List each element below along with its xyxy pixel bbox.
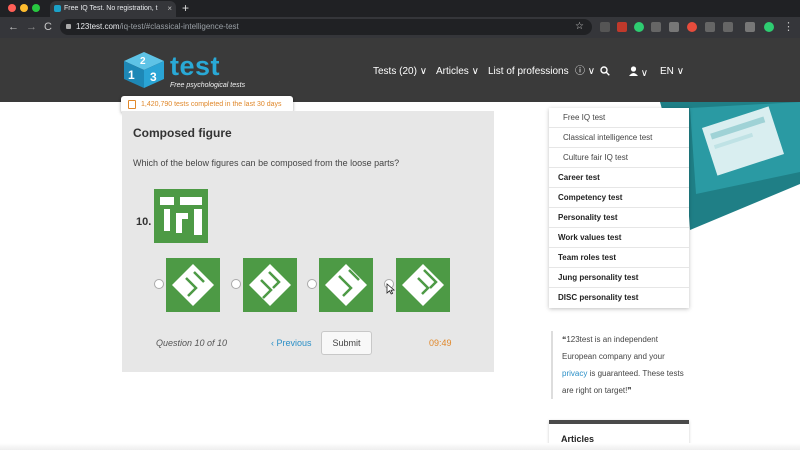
submit-button[interactable]: Submit bbox=[321, 331, 372, 355]
logo-digit-2: 2 bbox=[140, 56, 146, 67]
url-path: /iq-test/#classical-intelligence-test bbox=[119, 22, 239, 31]
loose-parts-figure bbox=[154, 189, 208, 243]
site-header: 1 2 3 test Free psychological tests Test… bbox=[0, 38, 800, 102]
tests-dropdown-menu: Free IQ test Classical intelligence test… bbox=[549, 108, 689, 308]
profile-avatar-icon[interactable] bbox=[764, 22, 774, 32]
answer-figure-1[interactable] bbox=[166, 258, 220, 312]
close-quote-icon: ❞ bbox=[627, 386, 632, 395]
nav-language-label: EN bbox=[660, 66, 674, 77]
lock-icon bbox=[66, 24, 71, 29]
sidebar-quote: ❝123test is an independent European comp… bbox=[551, 331, 687, 399]
tab-favicon-icon bbox=[54, 5, 61, 12]
browser-tab-active[interactable]: Free IQ Test. No registration, t × bbox=[50, 1, 176, 17]
extension-icon-6[interactable] bbox=[687, 22, 697, 32]
logo-tagline: Free psychological tests bbox=[170, 82, 246, 89]
logo-digit-3: 3 bbox=[150, 70, 157, 84]
nav-tests[interactable]: Tests (20) ∨ bbox=[373, 66, 427, 78]
answer-figure-2[interactable] bbox=[243, 258, 297, 312]
extension-icon-8[interactable] bbox=[723, 22, 733, 32]
screenshot-root: Free IQ Test. No registration, t × + ← →… bbox=[0, 0, 800, 450]
question-progress: Question 10 of 10 bbox=[156, 338, 228, 348]
dropdown-item-work-values-test[interactable]: Work values test bbox=[549, 228, 689, 248]
nav-info[interactable]: ⓘ ∨ bbox=[575, 66, 595, 78]
extension-icon-2[interactable] bbox=[617, 22, 627, 32]
answer-radio-1[interactable] bbox=[154, 279, 164, 289]
tab-close-icon[interactable]: × bbox=[167, 1, 172, 17]
dropdown-item-team-roles-test[interactable]: Team roles test bbox=[549, 248, 689, 268]
dropdown-item-culture-fair-iq-test[interactable]: Culture fair IQ test bbox=[549, 148, 689, 168]
question-number: 10. bbox=[136, 216, 152, 228]
tests-completed-text: 1,420,790 tests completed in the last 30… bbox=[141, 101, 282, 108]
search-icon[interactable] bbox=[600, 66, 610, 80]
bookmark-star-icon[interactable]: ☆ bbox=[575, 19, 584, 35]
logo-text[interactable]: test bbox=[170, 51, 220, 81]
user-icon bbox=[629, 66, 638, 76]
logo-cube-icon[interactable]: 1 2 3 bbox=[123, 51, 165, 89]
chevron-down-icon: ∨ bbox=[640, 68, 649, 79]
extension-icon-7[interactable] bbox=[705, 22, 715, 32]
dropdown-item-disc-personality-test[interactable]: DISC personality test bbox=[549, 288, 689, 308]
dropdown-item-career-test[interactable]: Career test bbox=[549, 168, 689, 188]
extension-icon-5[interactable] bbox=[669, 22, 679, 32]
question-title: Composed figure bbox=[133, 126, 232, 140]
answer-figure-3[interactable] bbox=[319, 258, 373, 312]
browser-toolbar: ← → C 123test.com/iq-test/#classical-int… bbox=[0, 17, 800, 38]
previous-link[interactable]: ‹ Previous bbox=[271, 338, 312, 348]
window-minimize-button[interactable] bbox=[20, 4, 28, 12]
new-tab-button[interactable]: + bbox=[182, 1, 189, 15]
quote-text-1: 123test is an independent European compa… bbox=[562, 335, 665, 361]
nav-articles[interactable]: Articles ∨ bbox=[436, 66, 479, 78]
logo-digit-1: 1 bbox=[128, 68, 135, 82]
countdown-timer: 09:49 bbox=[429, 338, 452, 348]
address-bar[interactable]: 123test.com/iq-test/#classical-intellige… bbox=[60, 19, 592, 35]
window-maximize-button[interactable] bbox=[32, 4, 40, 12]
url-host: 123test.com bbox=[76, 22, 120, 31]
nav-professions[interactable]: List of professions bbox=[488, 66, 569, 78]
extension-icon-3[interactable] bbox=[634, 22, 644, 32]
nav-user[interactable]: ∨ bbox=[629, 66, 648, 80]
nav-language[interactable]: EN ∨ bbox=[660, 66, 684, 78]
test-panel: Composed figure Which of the below figur… bbox=[122, 111, 494, 372]
mouse-cursor-icon bbox=[386, 283, 395, 295]
answer-figure-4[interactable] bbox=[396, 258, 450, 312]
window-close-button[interactable] bbox=[8, 4, 16, 12]
tab-title: Free IQ Test. No registration, t bbox=[64, 5, 158, 12]
browser-tab-bar: Free IQ Test. No registration, t × + bbox=[0, 0, 800, 17]
chevron-down-icon: ∨ bbox=[471, 66, 479, 77]
answer-radio-3[interactable] bbox=[307, 279, 317, 289]
extension-icon-4[interactable] bbox=[651, 22, 661, 32]
dropdown-item-competency-test[interactable]: Competency test bbox=[549, 188, 689, 208]
dropdown-item-classical-intelligence-test[interactable]: Classical intelligence test bbox=[549, 128, 689, 148]
extension-icon-1[interactable] bbox=[600, 22, 610, 32]
privacy-link[interactable]: privacy bbox=[562, 369, 587, 378]
forward-button[interactable]: → bbox=[26, 20, 37, 34]
back-button[interactable]: ← bbox=[8, 20, 19, 34]
dropdown-item-free-iq-test[interactable]: Free IQ test bbox=[549, 108, 689, 128]
chevron-down-icon: ∨ bbox=[676, 66, 685, 77]
browser-menu-icon[interactable]: ⋮ bbox=[783, 20, 794, 34]
reload-button[interactable]: C bbox=[44, 20, 52, 34]
clipboard-icon bbox=[128, 100, 136, 109]
nav-tests-label: Tests (20) bbox=[373, 66, 417, 77]
answer-radio-2[interactable] bbox=[231, 279, 241, 289]
dropdown-item-jung-personality-test[interactable]: Jung personality test bbox=[549, 268, 689, 288]
page-bottom-fade bbox=[0, 443, 800, 450]
chevron-down-icon: ∨ bbox=[587, 66, 596, 77]
info-icon: ⓘ bbox=[575, 66, 585, 77]
dropdown-item-personality-test[interactable]: Personality test bbox=[549, 208, 689, 228]
question-text: Which of the below figures can be compos… bbox=[133, 158, 400, 168]
nav-articles-label: Articles bbox=[436, 66, 469, 77]
extension-icon-9[interactable] bbox=[745, 22, 755, 32]
chevron-down-icon: ∨ bbox=[419, 66, 428, 77]
